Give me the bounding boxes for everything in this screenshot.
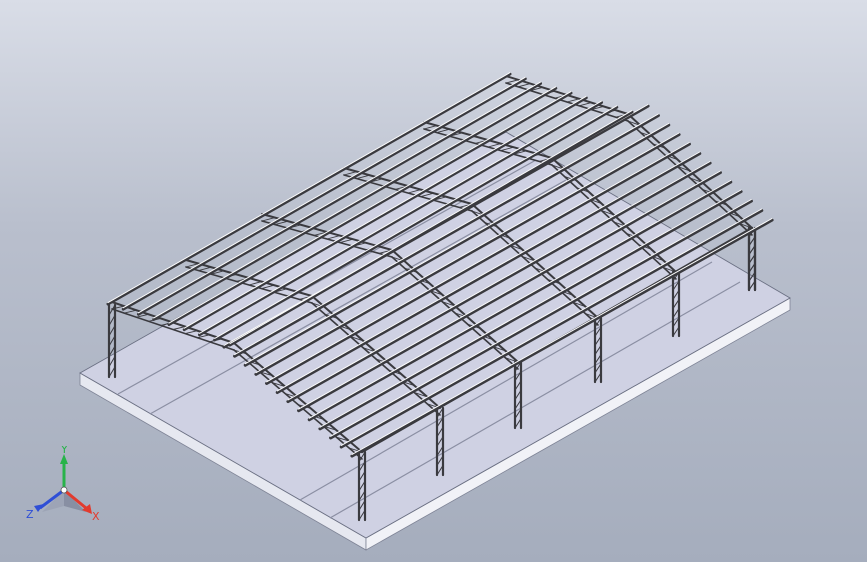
triad-origin — [60, 486, 68, 494]
back-rafter-3-web — [261, 217, 276, 222]
cad-viewport[interactable]: Y X Z — [0, 0, 867, 562]
back-rafter-5-web — [423, 125, 438, 130]
back-rafter-2-web — [198, 266, 212, 272]
back-rafter-6-web — [517, 83, 531, 88]
back-rafter-6-web — [578, 102, 592, 107]
axis-triad: Y X Z — [26, 446, 100, 523]
z-axis-label: Z — [26, 508, 34, 521]
x-axis-label: X — [92, 510, 100, 523]
steel-shed-model[interactable] — [0, 0, 867, 562]
y-axis-label: Y — [60, 446, 68, 456]
back-rafter-1-web — [123, 309, 137, 314]
